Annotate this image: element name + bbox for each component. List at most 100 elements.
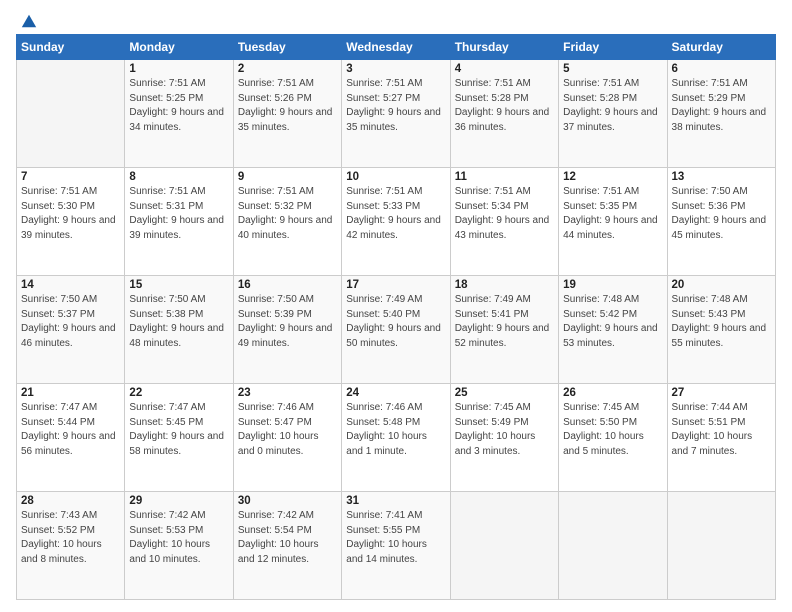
day-info: Sunrise: 7:46 AMSunset: 5:48 PMDaylight:… (346, 402, 427, 457)
calendar-cell: 30 Sunrise: 7:42 AMSunset: 5:54 PMDaylig… (233, 492, 341, 600)
day-number: 12 (563, 171, 662, 183)
day-info: Sunrise: 7:51 AMSunset: 5:33 PMDaylight:… (346, 186, 441, 241)
day-number: 1 (129, 63, 228, 75)
calendar-cell: 22 Sunrise: 7:47 AMSunset: 5:45 PMDaylig… (125, 384, 233, 492)
day-number: 9 (238, 171, 337, 183)
day-info: Sunrise: 7:51 AMSunset: 5:31 PMDaylight:… (129, 186, 224, 241)
day-number: 22 (129, 387, 228, 399)
calendar-table: SundayMondayTuesdayWednesdayThursdayFrid… (16, 34, 776, 600)
calendar-cell (667, 492, 775, 600)
calendar-cell: 10 Sunrise: 7:51 AMSunset: 5:33 PMDaylig… (342, 168, 450, 276)
day-number: 30 (238, 495, 337, 507)
day-info: Sunrise: 7:51 AMSunset: 5:34 PMDaylight:… (455, 186, 550, 241)
day-number: 24 (346, 387, 445, 399)
calendar-week-row: 14 Sunrise: 7:50 AMSunset: 5:37 PMDaylig… (17, 276, 776, 384)
page: SundayMondayTuesdayWednesdayThursdayFrid… (0, 0, 792, 612)
calendar-cell: 26 Sunrise: 7:45 AMSunset: 5:50 PMDaylig… (559, 384, 667, 492)
day-info: Sunrise: 7:47 AMSunset: 5:44 PMDaylight:… (21, 402, 116, 457)
calendar-header-row: SundayMondayTuesdayWednesdayThursdayFrid… (17, 35, 776, 60)
logo (16, 12, 38, 26)
day-number: 6 (672, 63, 771, 75)
calendar-day-header: Sunday (17, 35, 125, 60)
day-info: Sunrise: 7:45 AMSunset: 5:50 PMDaylight:… (563, 402, 644, 457)
day-info: Sunrise: 7:51 AMSunset: 5:26 PMDaylight:… (238, 78, 333, 133)
day-number: 23 (238, 387, 337, 399)
day-info: Sunrise: 7:51 AMSunset: 5:35 PMDaylight:… (563, 186, 658, 241)
calendar-week-row: 21 Sunrise: 7:47 AMSunset: 5:44 PMDaylig… (17, 384, 776, 492)
calendar-cell: 23 Sunrise: 7:46 AMSunset: 5:47 PMDaylig… (233, 384, 341, 492)
day-info: Sunrise: 7:45 AMSunset: 5:49 PMDaylight:… (455, 402, 536, 457)
day-info: Sunrise: 7:43 AMSunset: 5:52 PMDaylight:… (21, 510, 102, 565)
calendar-day-header: Wednesday (342, 35, 450, 60)
calendar-cell: 20 Sunrise: 7:48 AMSunset: 5:43 PMDaylig… (667, 276, 775, 384)
day-info: Sunrise: 7:46 AMSunset: 5:47 PMDaylight:… (238, 402, 319, 457)
day-number: 31 (346, 495, 445, 507)
calendar-cell: 3 Sunrise: 7:51 AMSunset: 5:27 PMDayligh… (342, 60, 450, 168)
calendar-cell: 28 Sunrise: 7:43 AMSunset: 5:52 PMDaylig… (17, 492, 125, 600)
calendar-cell (450, 492, 558, 600)
calendar-day-header: Thursday (450, 35, 558, 60)
calendar-day-header: Friday (559, 35, 667, 60)
day-number: 19 (563, 279, 662, 291)
calendar-cell: 19 Sunrise: 7:48 AMSunset: 5:42 PMDaylig… (559, 276, 667, 384)
calendar-cell: 16 Sunrise: 7:50 AMSunset: 5:39 PMDaylig… (233, 276, 341, 384)
calendar-cell: 13 Sunrise: 7:50 AMSunset: 5:36 PMDaylig… (667, 168, 775, 276)
day-info: Sunrise: 7:50 AMSunset: 5:39 PMDaylight:… (238, 294, 333, 349)
day-number: 4 (455, 63, 554, 75)
calendar-cell: 17 Sunrise: 7:49 AMSunset: 5:40 PMDaylig… (342, 276, 450, 384)
calendar-cell: 4 Sunrise: 7:51 AMSunset: 5:28 PMDayligh… (450, 60, 558, 168)
logo-icon (20, 12, 38, 30)
day-info: Sunrise: 7:48 AMSunset: 5:42 PMDaylight:… (563, 294, 658, 349)
day-info: Sunrise: 7:50 AMSunset: 5:37 PMDaylight:… (21, 294, 116, 349)
calendar-cell: 7 Sunrise: 7:51 AMSunset: 5:30 PMDayligh… (17, 168, 125, 276)
calendar-cell: 21 Sunrise: 7:47 AMSunset: 5:44 PMDaylig… (17, 384, 125, 492)
day-info: Sunrise: 7:42 AMSunset: 5:54 PMDaylight:… (238, 510, 319, 565)
calendar-cell: 31 Sunrise: 7:41 AMSunset: 5:55 PMDaylig… (342, 492, 450, 600)
day-number: 5 (563, 63, 662, 75)
day-info: Sunrise: 7:51 AMSunset: 5:29 PMDaylight:… (672, 78, 767, 133)
calendar-cell: 11 Sunrise: 7:51 AMSunset: 5:34 PMDaylig… (450, 168, 558, 276)
calendar-cell: 18 Sunrise: 7:49 AMSunset: 5:41 PMDaylig… (450, 276, 558, 384)
calendar-cell: 15 Sunrise: 7:50 AMSunset: 5:38 PMDaylig… (125, 276, 233, 384)
calendar-cell: 9 Sunrise: 7:51 AMSunset: 5:32 PMDayligh… (233, 168, 341, 276)
day-info: Sunrise: 7:51 AMSunset: 5:25 PMDaylight:… (129, 78, 224, 133)
day-number: 26 (563, 387, 662, 399)
day-info: Sunrise: 7:51 AMSunset: 5:28 PMDaylight:… (455, 78, 550, 133)
calendar-cell: 5 Sunrise: 7:51 AMSunset: 5:28 PMDayligh… (559, 60, 667, 168)
calendar-cell (17, 60, 125, 168)
day-number: 16 (238, 279, 337, 291)
calendar-week-row: 7 Sunrise: 7:51 AMSunset: 5:30 PMDayligh… (17, 168, 776, 276)
day-info: Sunrise: 7:48 AMSunset: 5:43 PMDaylight:… (672, 294, 767, 349)
day-number: 21 (21, 387, 120, 399)
day-number: 15 (129, 279, 228, 291)
day-info: Sunrise: 7:51 AMSunset: 5:28 PMDaylight:… (563, 78, 658, 133)
day-number: 17 (346, 279, 445, 291)
day-number: 11 (455, 171, 554, 183)
day-number: 28 (21, 495, 120, 507)
calendar-cell: 1 Sunrise: 7:51 AMSunset: 5:25 PMDayligh… (125, 60, 233, 168)
day-number: 7 (21, 171, 120, 183)
calendar-week-row: 1 Sunrise: 7:51 AMSunset: 5:25 PMDayligh… (17, 60, 776, 168)
day-number: 20 (672, 279, 771, 291)
calendar-day-header: Tuesday (233, 35, 341, 60)
day-info: Sunrise: 7:51 AMSunset: 5:30 PMDaylight:… (21, 186, 116, 241)
calendar-day-header: Monday (125, 35, 233, 60)
day-info: Sunrise: 7:49 AMSunset: 5:40 PMDaylight:… (346, 294, 441, 349)
calendar-cell: 14 Sunrise: 7:50 AMSunset: 5:37 PMDaylig… (17, 276, 125, 384)
calendar-cell: 12 Sunrise: 7:51 AMSunset: 5:35 PMDaylig… (559, 168, 667, 276)
day-info: Sunrise: 7:50 AMSunset: 5:38 PMDaylight:… (129, 294, 224, 349)
calendar-cell (559, 492, 667, 600)
day-number: 13 (672, 171, 771, 183)
day-info: Sunrise: 7:42 AMSunset: 5:53 PMDaylight:… (129, 510, 210, 565)
calendar-day-header: Saturday (667, 35, 775, 60)
calendar-cell: 25 Sunrise: 7:45 AMSunset: 5:49 PMDaylig… (450, 384, 558, 492)
day-info: Sunrise: 7:41 AMSunset: 5:55 PMDaylight:… (346, 510, 427, 565)
day-number: 10 (346, 171, 445, 183)
day-info: Sunrise: 7:49 AMSunset: 5:41 PMDaylight:… (455, 294, 550, 349)
calendar-cell: 29 Sunrise: 7:42 AMSunset: 5:53 PMDaylig… (125, 492, 233, 600)
day-number: 2 (238, 63, 337, 75)
calendar-week-row: 28 Sunrise: 7:43 AMSunset: 5:52 PMDaylig… (17, 492, 776, 600)
day-number: 18 (455, 279, 554, 291)
day-number: 27 (672, 387, 771, 399)
day-info: Sunrise: 7:51 AMSunset: 5:27 PMDaylight:… (346, 78, 441, 133)
